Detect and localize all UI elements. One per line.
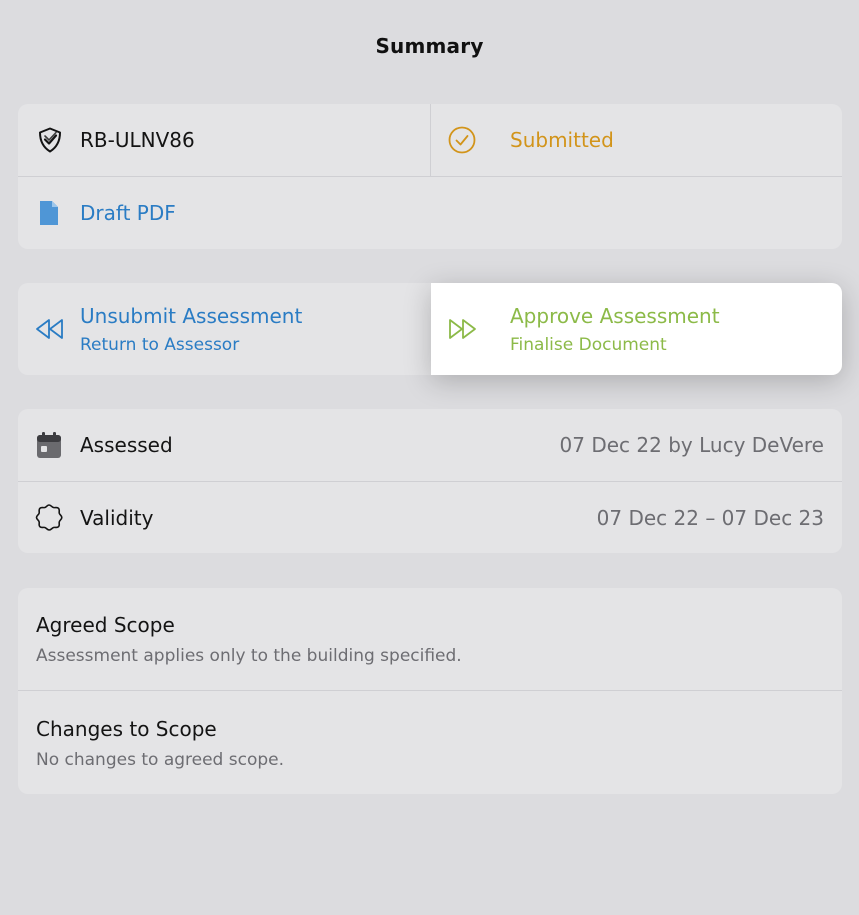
approve-title: Approve Assessment	[510, 304, 720, 328]
changes-scope-title: Changes to Scope	[36, 717, 217, 741]
agreed-scope-title: Agreed Scope	[36, 613, 175, 637]
validity-value: 07 Dec 22 – 07 Dec 23	[596, 506, 824, 530]
unsubmit-title: Unsubmit Assessment	[80, 304, 303, 328]
assessed-value: 07 Dec 22 by Lucy DeVere	[559, 433, 824, 457]
approve-button[interactable]: Approve Assessment Finalise Document	[431, 283, 842, 375]
status-cell: Submitted	[431, 104, 842, 176]
page-title: Summary	[375, 34, 484, 58]
changes-scope-text: No changes to agreed scope.	[36, 750, 285, 770]
validity-label: Validity	[80, 506, 154, 530]
changes-scope-row[interactable]: Changes to Scope No changes to agreed sc…	[18, 691, 842, 794]
agreed-scope-row[interactable]: Agreed Scope Assessment applies only to …	[18, 588, 842, 690]
assessed-label: Assessed	[80, 433, 173, 457]
dates-card: Assessed 07 Dec 22 by Lucy DeVere Validi…	[18, 409, 842, 553]
approve-subtitle: Finalise Document	[510, 335, 667, 355]
seal-icon	[35, 503, 63, 531]
summary-page: Summary RB-ULNV86 Submitted Draft PDF Un…	[0, 0, 859, 915]
calendar-icon	[36, 431, 62, 459]
assessed-row: Assessed 07 Dec 22 by Lucy DeVere	[18, 409, 842, 481]
fast-forward-icon	[446, 315, 478, 343]
draft-pdf-link[interactable]: Draft PDF	[18, 177, 842, 249]
status-card: RB-ULNV86 Submitted Draft PDF	[18, 104, 842, 249]
shield-check-icon	[36, 126, 64, 154]
reference-cell[interactable]: RB-ULNV86	[18, 104, 430, 176]
scope-card: Agreed Scope Assessment applies only to …	[18, 588, 842, 794]
unsubmit-subtitle: Return to Assessor	[80, 335, 240, 355]
agreed-scope-text: Assessment applies only to the building …	[36, 646, 462, 666]
actions-card: Unsubmit Assessment Return to Assessor A…	[18, 283, 842, 375]
reference-number: RB-ULNV86	[80, 128, 195, 152]
check-circle-icon	[448, 126, 476, 154]
draft-pdf-label: Draft PDF	[80, 201, 176, 225]
unsubmit-button[interactable]: Unsubmit Assessment Return to Assessor	[18, 283, 431, 375]
rewind-icon	[34, 315, 66, 343]
validity-row: Validity 07 Dec 22 – 07 Dec 23	[18, 482, 842, 553]
document-icon	[38, 199, 60, 227]
status-label: Submitted	[510, 128, 614, 152]
